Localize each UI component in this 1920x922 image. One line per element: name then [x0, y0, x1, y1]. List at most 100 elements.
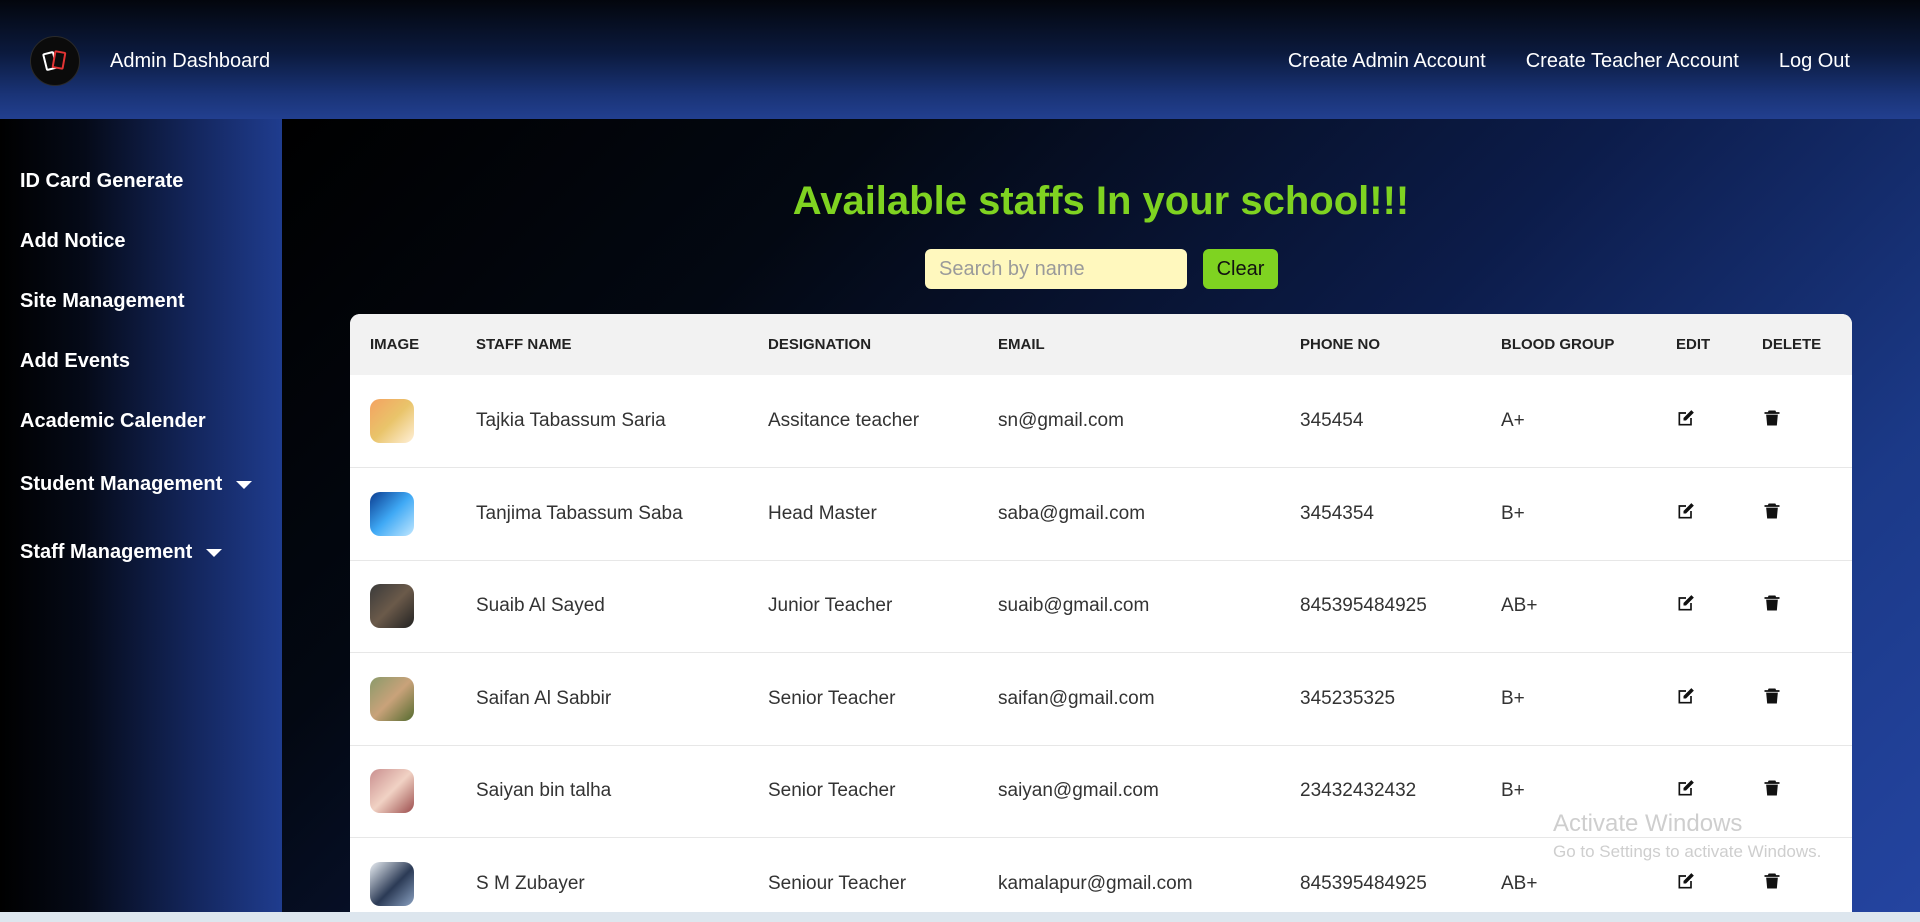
edit-icon[interactable]: [1676, 408, 1696, 428]
activate-windows-watermark: Activate Windows Go to Settings to activ…: [1553, 810, 1821, 862]
sidebar-item-academic-calender[interactable]: Academic Calender: [20, 410, 206, 433]
sidebar-item-student-management[interactable]: Student Management: [20, 473, 253, 496]
cell-designation: Junior Teacher: [768, 595, 893, 617]
edit-icon[interactable]: [1676, 686, 1696, 706]
main-content: Available staffs In your school!!! Clear…: [282, 119, 1920, 922]
cell-phone: 345235325: [1300, 687, 1396, 709]
cell-delete: [1742, 468, 1852, 561]
cell-email: suaib@gmail.com: [998, 595, 1150, 617]
sidebar-item-label: ID Card Generate: [20, 170, 184, 192]
cell-image: [350, 838, 456, 922]
edit-icon[interactable]: [1676, 501, 1696, 521]
search-input[interactable]: [925, 249, 1187, 289]
cell-staff-name: Saifan Al Sabbir: [476, 687, 612, 709]
sidebar-item-label: Academic Calender: [20, 410, 206, 432]
trash-icon[interactable]: [1762, 408, 1782, 428]
watermark-subtitle: Go to Settings to activate Windows.: [1553, 842, 1822, 861]
edit-icon[interactable]: [1676, 871, 1696, 891]
cell-blood-group: B+: [1501, 502, 1525, 524]
cell-edit: [1656, 375, 1742, 468]
create-teacher-account-link[interactable]: Create Teacher Account: [1526, 50, 1739, 73]
trash-icon[interactable]: [1762, 778, 1782, 798]
cell-staff-name: S M Zubayer: [476, 872, 585, 894]
cell-staff-name: Tajkia Tabassum Saria: [476, 410, 666, 431]
table-header-row: IMAGE STAFF NAME DESIGNATION EMAIL PHONE…: [350, 314, 1852, 375]
table-row: Tajkia Tabassum Saria Assitance teacher …: [350, 375, 1852, 468]
avatar: [370, 769, 414, 814]
cell-email: saiyan@gmail.com: [998, 780, 1159, 802]
cell-designation: Assitance teacher: [768, 410, 920, 431]
cell-phone: 845395484925: [1300, 595, 1427, 617]
trash-icon[interactable]: [1762, 686, 1782, 706]
brand-title[interactable]: Admin Dashboard: [110, 50, 270, 73]
trash-icon[interactable]: [1762, 501, 1782, 521]
edit-icon[interactable]: [1676, 593, 1696, 613]
cell-phone: 23432432432: [1300, 780, 1417, 802]
table-row: Tanjima Tabassum Saba Head Master saba@g…: [350, 468, 1852, 561]
cell-phone: 845395484925: [1300, 872, 1427, 894]
sidebar-item-id-card-generate[interactable]: ID Card Generate: [20, 170, 183, 193]
cell-email: saba@gmail.com: [998, 502, 1146, 524]
avatar: [370, 676, 414, 721]
caret-down-icon: [236, 480, 253, 489]
column-header-delete: DELETE: [1762, 336, 1822, 353]
clear-button[interactable]: Clear: [1203, 249, 1278, 289]
cell-edit: [1656, 653, 1742, 746]
caret-down-icon: [206, 548, 223, 557]
cell-blood-group: B+: [1501, 687, 1525, 709]
column-header-edit: EDIT: [1676, 336, 1711, 353]
sidebar-item-label: Site Management: [20, 290, 185, 312]
sidebar-item-add-notice[interactable]: Add Notice: [20, 230, 126, 253]
page-title: Available staffs In your school!!!: [792, 179, 1410, 223]
cell-email: kamalapur@gmail.com: [998, 872, 1193, 894]
sidebar-item-site-management[interactable]: Site Management: [20, 290, 184, 313]
trash-icon[interactable]: [1762, 593, 1782, 613]
avatar: [370, 861, 414, 906]
top-nav: Create Admin Account Create Teacher Acco…: [1288, 50, 1850, 73]
cell-phone: 345454: [1300, 410, 1364, 431]
cell-image: [350, 745, 456, 838]
cell-image: [350, 375, 456, 468]
column-header-blood-group: BLOOD GROUP: [1501, 336, 1615, 353]
cell-email: saifan@gmail.com: [998, 687, 1155, 709]
column-header-image: IMAGE: [370, 336, 420, 353]
sidebar-item-label: Staff Management: [20, 541, 193, 563]
cell-designation: Seniour Teacher: [768, 872, 907, 894]
cell-staff-name: Saiyan bin talha: [476, 780, 612, 802]
cell-blood-group: AB+: [1501, 595, 1538, 617]
cell-delete: [1742, 560, 1852, 653]
column-header-phone: PHONE NO: [1300, 336, 1381, 353]
table-row: Suaib Al Sayed Junior Teacher suaib@gmai…: [350, 560, 1852, 653]
avatar: [370, 399, 414, 443]
cell-image: [350, 653, 456, 746]
avatar: [370, 491, 414, 536]
cell-designation: Head Master: [768, 502, 877, 524]
cell-designation: Senior Teacher: [768, 687, 896, 709]
cell-image: [350, 560, 456, 653]
cell-staff-name: Tanjima Tabassum Saba: [476, 502, 683, 524]
cell-email: sn@gmail.com: [998, 410, 1124, 431]
cell-image: [350, 468, 456, 561]
create-admin-account-link[interactable]: Create Admin Account: [1288, 50, 1486, 73]
cell-designation: Senior Teacher: [768, 780, 896, 802]
trash-icon[interactable]: [1762, 871, 1782, 891]
avatar: [370, 584, 414, 629]
cards-icon: [42, 50, 68, 72]
edit-icon[interactable]: [1676, 778, 1696, 798]
search-bar: Clear: [925, 249, 1278, 289]
school-logo[interactable]: [30, 36, 80, 86]
sidebar: ID Card Generate Add Notice Site Managem…: [0, 119, 282, 922]
top-header: Admin Dashboard Create Admin Account Cre…: [0, 0, 1920, 119]
cell-edit: [1656, 560, 1742, 653]
log-out-link[interactable]: Log Out: [1779, 50, 1850, 73]
cell-blood-group: A+: [1501, 410, 1525, 431]
cell-edit: [1656, 468, 1742, 561]
cell-delete: [1742, 375, 1852, 468]
cell-staff-name: Suaib Al Sayed: [476, 595, 605, 617]
cell-phone: 3454354: [1300, 502, 1374, 524]
cell-delete: [1742, 653, 1852, 746]
bottom-scrollbar[interactable]: [0, 912, 1920, 922]
column-header-email: EMAIL: [998, 336, 1045, 353]
sidebar-item-add-events[interactable]: Add Events: [20, 350, 130, 373]
sidebar-item-staff-management[interactable]: Staff Management: [20, 541, 223, 564]
